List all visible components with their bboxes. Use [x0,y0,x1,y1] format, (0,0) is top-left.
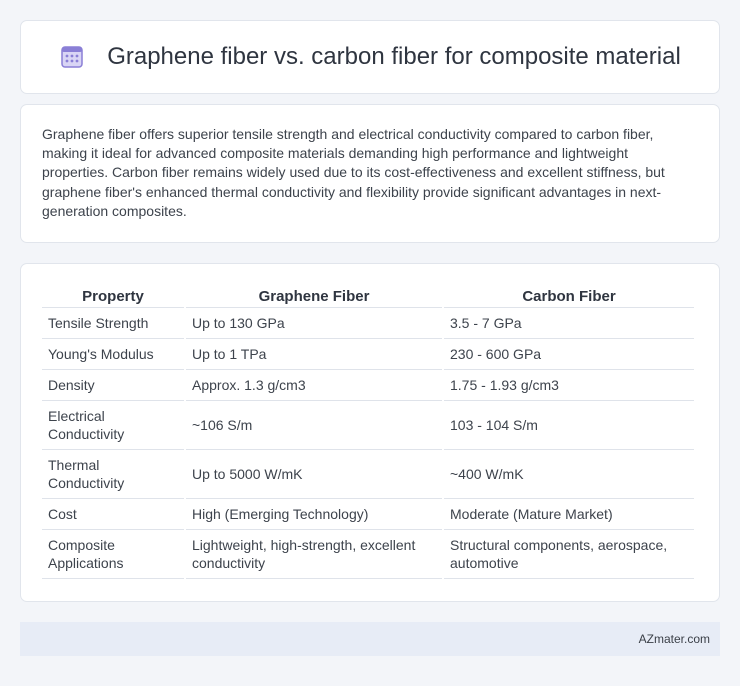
summary-card: Graphene fiber offers superior tensile s… [20,104,720,243]
table-cell-property: Young's Modulus [42,339,184,370]
table-cell-carbon: 230 - 600 GPa [444,339,694,370]
table-cell-graphene: Up to 130 GPa [186,308,442,339]
table-cell-property: Density [42,370,184,401]
comparison-table: Property Graphene Fiber Carbon Fiber Ten… [40,284,696,579]
page-title: Graphene fiber vs. carbon fiber for comp… [107,43,681,70]
table-cell-property: Cost [42,499,184,530]
column-header-property: Property [42,284,184,308]
table-cell-property: Thermal Conductivity [42,450,184,499]
column-header-graphene: Graphene Fiber [186,284,442,308]
calendar-grid-icon [59,45,85,69]
table-cell-property: Tensile Strength [42,308,184,339]
table-header-row: Property Graphene Fiber Carbon Fiber [42,284,694,308]
table-cell-graphene: Approx. 1.3 g/cm3 [186,370,442,401]
table-row: Cost High (Emerging Technology) Moderate… [42,499,694,530]
table-row: Density Approx. 1.3 g/cm3 1.75 - 1.93 g/… [42,370,694,401]
table-cell-carbon: 3.5 - 7 GPa [444,308,694,339]
table-cell-carbon: 103 - 104 S/m [444,401,694,450]
table-row: Electrical Conductivity ~106 S/m 103 - 1… [42,401,694,450]
footer-site-label: AZmater.com [638,632,710,646]
title-card: Graphene fiber vs. carbon fiber for comp… [20,20,720,94]
table-cell-graphene: ~106 S/m [186,401,442,450]
table-cell-carbon: ~400 W/mK [444,450,694,499]
table-cell-graphene: High (Emerging Technology) [186,499,442,530]
table-cell-carbon: Structural components, aerospace, automo… [444,530,694,579]
table-row: Tensile Strength Up to 130 GPa 3.5 - 7 G… [42,308,694,339]
summary-paragraph: Graphene fiber offers superior tensile s… [42,126,665,219]
table-cell-carbon: Moderate (Mature Market) [444,499,694,530]
table-cell-graphene: Lightweight, high-strength, excellent co… [186,530,442,579]
table-cell-graphene: Up to 1 TPa [186,339,442,370]
footer-bar: AZmater.com [20,622,720,656]
table-cell-property: Composite Applications [42,530,184,579]
table-row: Young's Modulus Up to 1 TPa 230 - 600 GP… [42,339,694,370]
table-cell-graphene: Up to 5000 W/mK [186,450,442,499]
table-row: Composite Applications Lightweight, high… [42,530,694,579]
comparison-table-card: Property Graphene Fiber Carbon Fiber Ten… [20,263,720,602]
column-header-carbon: Carbon Fiber [444,284,694,308]
table-cell-carbon: 1.75 - 1.93 g/cm3 [444,370,694,401]
table-row: Thermal Conductivity Up to 5000 W/mK ~40… [42,450,694,499]
table-cell-property: Electrical Conductivity [42,401,184,450]
